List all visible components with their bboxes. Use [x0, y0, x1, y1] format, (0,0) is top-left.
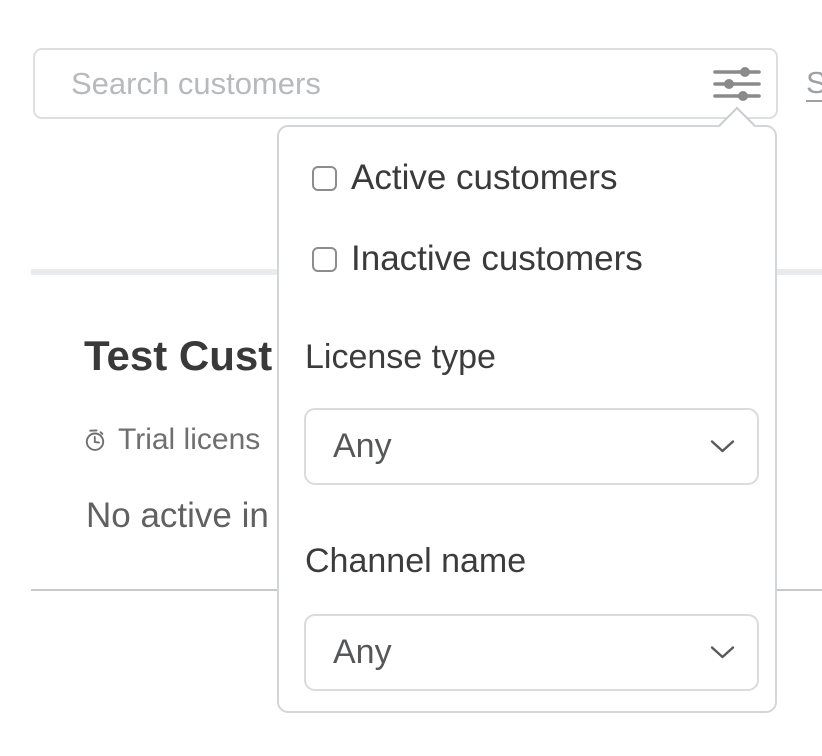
search-box [33, 48, 778, 119]
customer-status-text: No active in [86, 496, 269, 536]
license-info-text: Trial licens [118, 423, 260, 457]
channel-name-label: Channel name [305, 542, 526, 581]
inactive-customers-label: Inactive customers [351, 239, 643, 279]
channel-name-select[interactable]: Any [304, 614, 759, 691]
active-customers-label: Active customers [351, 158, 617, 198]
license-type-value: Any [333, 427, 392, 466]
inactive-customers-checkbox[interactable] [312, 247, 337, 272]
channel-name-value: Any [333, 633, 392, 672]
trial-timer-icon [84, 429, 107, 452]
inactive-customers-option[interactable]: Inactive customers [312, 239, 643, 279]
truncated-link[interactable]: S [806, 65, 822, 101]
active-customers-option[interactable]: Active customers [312, 158, 617, 198]
filter-button[interactable] [712, 62, 762, 106]
license-info-row: Trial licens [84, 423, 260, 457]
chevron-down-icon [710, 645, 735, 660]
filter-popover: Active customers Inactive customers Lice… [277, 125, 777, 713]
license-type-select[interactable]: Any [304, 408, 759, 485]
customer-name-heading: Test Cust [84, 332, 272, 380]
license-type-label: License type [305, 338, 496, 377]
search-input[interactable] [35, 50, 776, 117]
filter-sliders-icon [713, 64, 761, 104]
chevron-down-icon [710, 439, 735, 454]
active-customers-checkbox[interactable] [312, 166, 337, 191]
